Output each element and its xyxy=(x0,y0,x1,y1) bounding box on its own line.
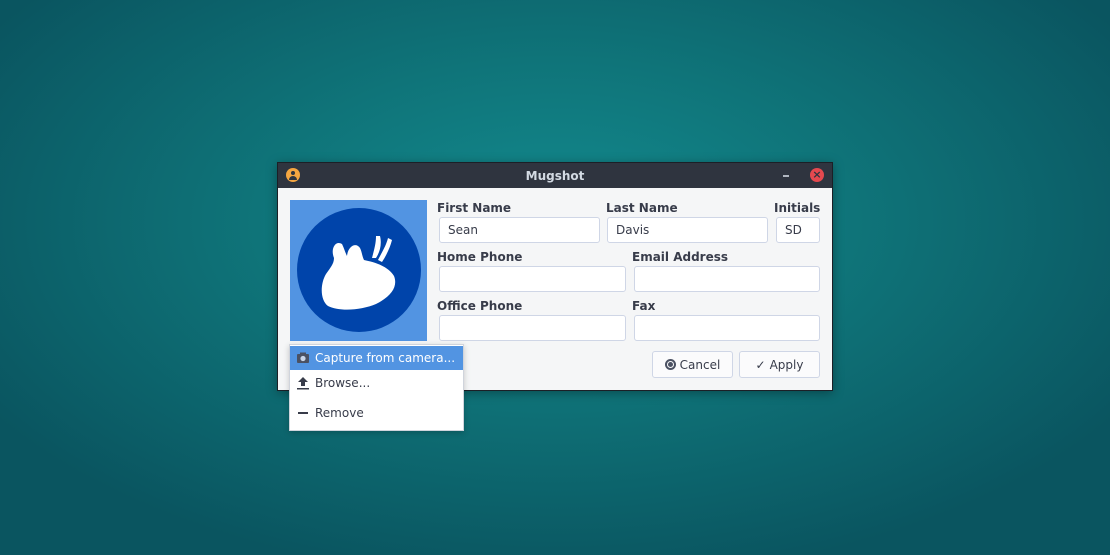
menu-item-label: Remove xyxy=(315,406,364,420)
email-input[interactable] xyxy=(634,266,820,292)
last-name-input[interactable] xyxy=(607,217,768,243)
avatar-button[interactable] xyxy=(290,200,427,341)
email-label: Email Address xyxy=(632,250,729,264)
home-phone-label: Home Phone xyxy=(437,250,523,264)
camera-icon xyxy=(297,352,309,363)
menu-item-label: Browse... xyxy=(315,376,371,390)
menu-item-label: Capture from camera... xyxy=(315,351,456,365)
cancel-label: Cancel xyxy=(679,357,721,372)
window-title: Mugshot xyxy=(525,168,585,183)
home-phone-input[interactable] xyxy=(439,266,626,292)
close-button[interactable]: × xyxy=(810,168,824,182)
last-name-label: Last Name xyxy=(606,201,678,215)
apply-button[interactable]: ✓ Apply xyxy=(739,351,820,378)
initials-input[interactable] xyxy=(776,217,820,243)
minimize-button[interactable] xyxy=(780,169,792,181)
menu-item-capture[interactable]: Capture from camera... xyxy=(290,346,463,370)
office-phone-label: Office Phone xyxy=(437,299,523,313)
close-icon: × xyxy=(812,168,822,181)
first-name-label: First Name xyxy=(437,201,512,215)
minus-icon xyxy=(298,412,308,414)
office-phone-input[interactable] xyxy=(439,315,626,341)
xfce-mouse-icon xyxy=(297,208,421,332)
initials-label: Initials xyxy=(774,201,821,215)
fax-label: Fax xyxy=(632,299,656,313)
cancel-icon xyxy=(664,359,676,370)
menu-item-browse[interactable]: Browse... xyxy=(290,371,463,395)
first-name-input[interactable] xyxy=(439,217,600,243)
user-icon xyxy=(286,168,300,182)
fax-input[interactable] xyxy=(634,315,820,341)
avatar-menu: Capture from camera... Browse... Remove xyxy=(289,344,464,431)
check-icon: ✓ xyxy=(755,357,766,372)
cancel-button[interactable]: Cancel xyxy=(652,351,733,378)
apply-label: Apply xyxy=(769,357,804,372)
menu-item-remove[interactable]: Remove xyxy=(290,401,463,425)
upload-icon xyxy=(297,377,309,390)
title-bar[interactable]: Mugshot × xyxy=(278,163,832,188)
